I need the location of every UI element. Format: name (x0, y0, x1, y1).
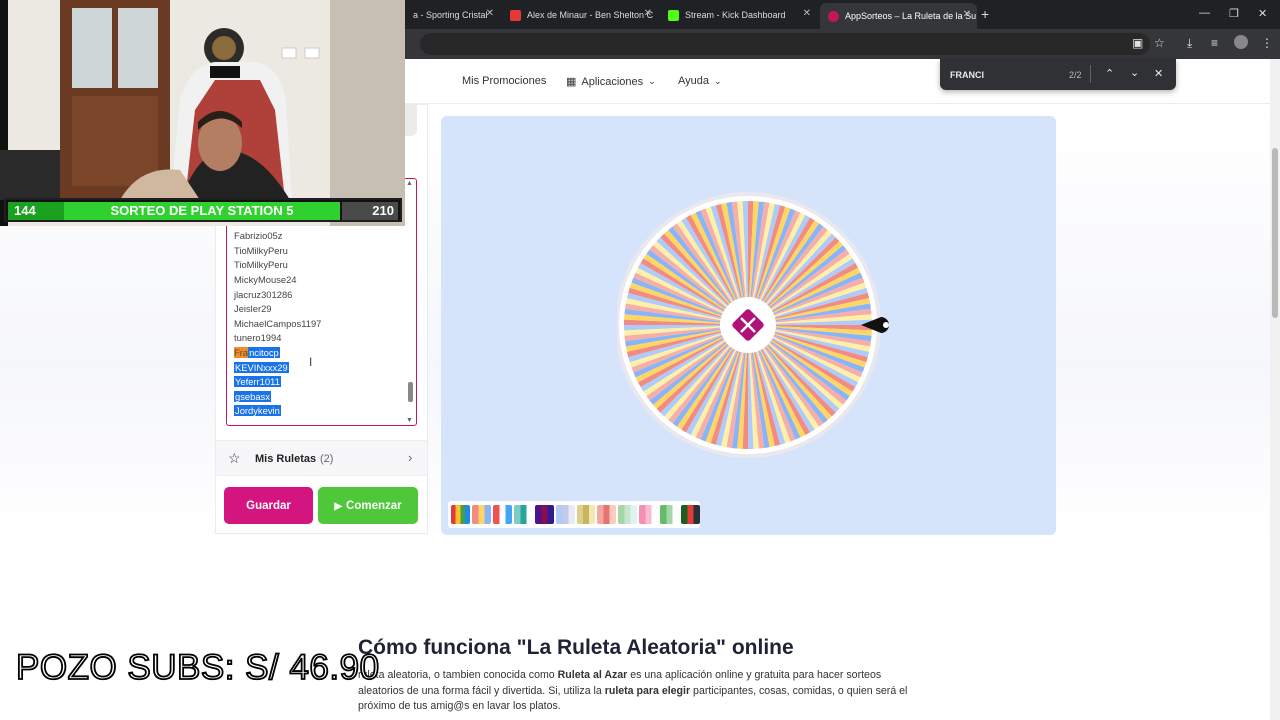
palette-selector (448, 501, 701, 528)
find-input[interactable]: FRANCI (950, 70, 984, 80)
mis-ruletas-count: (2) (320, 453, 334, 465)
kick-favicon-icon (668, 9, 679, 21)
appsorteos-favicon-icon (828, 10, 839, 22)
list-item-selected: KEVINxxx29 (234, 362, 289, 373)
textarea-scrollbar-thumb[interactable] (408, 382, 413, 402)
list-item-selected: Yeferr1011 (234, 376, 281, 387)
star-icon: ☆ (228, 450, 241, 466)
selected-text: ncitocp (248, 347, 280, 358)
favicon-icon (510, 9, 521, 21)
list-item: Jeisler29 (234, 303, 272, 314)
banner-left-box: 144 (8, 202, 64, 220)
palette-swatch[interactable] (618, 505, 638, 524)
find-previous-icon[interactable]: ⌃ (1105, 67, 1114, 80)
find-match-highlight: Fra (234, 347, 249, 358)
banner-right-box: 210 (342, 202, 398, 220)
play-icon: ▶ (334, 500, 343, 512)
list-item: MichaelCampos1197 (234, 318, 322, 329)
list-item: tunero1994 (234, 332, 282, 343)
list-item: MickyMouse24 (234, 274, 297, 285)
nav-mis-promociones[interactable]: Mis Promociones (462, 75, 546, 87)
tab-title: Alex de Minaur - Ben Shelton C (527, 10, 654, 20)
close-tab-icon[interactable]: ✕ (486, 8, 494, 19)
minimize-icon[interactable]: — (1199, 7, 1210, 19)
palette-swatch[interactable] (681, 505, 701, 524)
list-item: Fabrizio05z (234, 230, 283, 241)
palette-swatch[interactable] (451, 505, 470, 524)
palette-swatch[interactable] (471, 505, 491, 524)
palette-swatch[interactable] (576, 505, 596, 524)
palette-swatch[interactable] (492, 505, 512, 524)
find-bar: FRANCI 2/2 ⌃ ⌄ ✕ (940, 59, 1176, 90)
list-item-selected: gsebasx (234, 391, 271, 402)
list-item-selected: Jordykevin (234, 405, 281, 416)
chevron-down-icon: ⌄ (714, 75, 722, 86)
chevron-down-icon: ⌄ (648, 76, 656, 86)
webcam-overlay (0, 0, 405, 226)
tab-minaur-shelton[interactable]: Alex de Minaur - Ben Shelton C ✕ (502, 4, 658, 26)
mis-ruletas-label: Mis Ruletas (255, 453, 317, 465)
palette-swatch[interactable] (534, 505, 554, 524)
page-scrollbar-thumb[interactable] (1272, 148, 1278, 318)
tab-title: a - Sporting Cristal (413, 10, 488, 20)
article-paragraph: ruleta aleatoria, o tambien conocida com… (358, 669, 908, 712)
tab-title: Stream - Kick Dashboard (685, 10, 786, 20)
download-icon[interactable]: ⤓ (1187, 36, 1192, 51)
pozo-subs-text: POZO SUBS: S/ 46.90 (15, 647, 380, 688)
article-title: Cómo funciona "La Ruleta Aleatoria" onli… (358, 636, 794, 659)
banner-left-number: 144 (14, 203, 36, 218)
palette-swatch[interactable] (555, 505, 575, 524)
start-button[interactable]: ▶ Comenzar (318, 487, 418, 524)
palette-swatch[interactable] (597, 505, 617, 524)
list-item-selected: Francitocp (234, 346, 280, 360)
new-tab-button[interactable]: + (981, 6, 989, 22)
sorteo-banner: 144 SORTEO DE PLAY STATION 5 210 (4, 198, 402, 222)
banner-title-box: SORTEO DE PLAY STATION 5 (64, 202, 340, 220)
roulette-wheel[interactable] (617, 190, 897, 462)
text-cursor-icon: I (309, 355, 313, 369)
profile-avatar[interactable] (1234, 35, 1248, 49)
banner-right-number: 210 (372, 203, 394, 218)
mis-ruletas-row[interactable]: ☆ Mis Ruletas (2) › (216, 440, 427, 476)
find-close-icon[interactable]: ✕ (1154, 67, 1163, 80)
nav-aplicaciones[interactable]: ▦ Aplicaciones ⌄ (566, 75, 656, 89)
tab-sporting-cristal[interactable]: a - Sporting Cristal ✕ (405, 4, 500, 26)
palette-swatch[interactable] (513, 505, 533, 524)
menu-kebab-icon[interactable]: ⋮ (1261, 36, 1273, 50)
close-tab-icon[interactable]: ✕ (803, 8, 811, 19)
grid-icon: ▦ (566, 76, 577, 88)
webcam-image (0, 0, 405, 226)
palette-swatch[interactable] (660, 505, 680, 524)
close-window-icon[interactable]: ✕ (1258, 7, 1267, 20)
chevron-right-icon: › (408, 450, 413, 465)
nav-ayuda[interactable]: Ayuda ⌄ (678, 75, 722, 87)
reader-mode-icon[interactable]: ▣ (1132, 36, 1143, 50)
close-tab-icon[interactable]: ✕ (644, 8, 652, 19)
nav-divider (405, 103, 1270, 104)
find-divider (1090, 65, 1091, 83)
scroll-down-icon[interactable]: ▼ (406, 417, 413, 424)
media-controls-icon[interactable]: ≡ (1211, 36, 1218, 50)
find-count: 2/2 (1069, 70, 1082, 80)
list-item: jlacruz301286 (234, 289, 293, 300)
restore-icon[interactable]: ❐ (1229, 7, 1239, 20)
save-button[interactable]: Guardar (224, 487, 313, 524)
address-bar[interactable] (420, 33, 1150, 55)
list-item: TioMilkyPeru (234, 245, 288, 256)
palette-swatch[interactable] (639, 505, 659, 524)
find-next-icon[interactable]: ⌄ (1130, 66, 1139, 79)
tab-appsorteos[interactable]: AppSorteos – La Ruleta de la Su ✕ (820, 3, 977, 29)
list-item: TioMilkyPeru (234, 259, 288, 270)
tab-kick-dashboard[interactable]: Stream - Kick Dashboard ✕ (660, 4, 817, 26)
scroll-up-icon[interactable]: ▲ (406, 180, 413, 187)
close-tab-icon[interactable]: ✕ (963, 9, 971, 20)
bookmark-star-icon[interactable]: ☆ (1154, 36, 1165, 50)
banner-title: SORTEO DE PLAY STATION 5 (110, 203, 294, 218)
tab-title: AppSorteos – La Ruleta de la Su (845, 11, 977, 21)
